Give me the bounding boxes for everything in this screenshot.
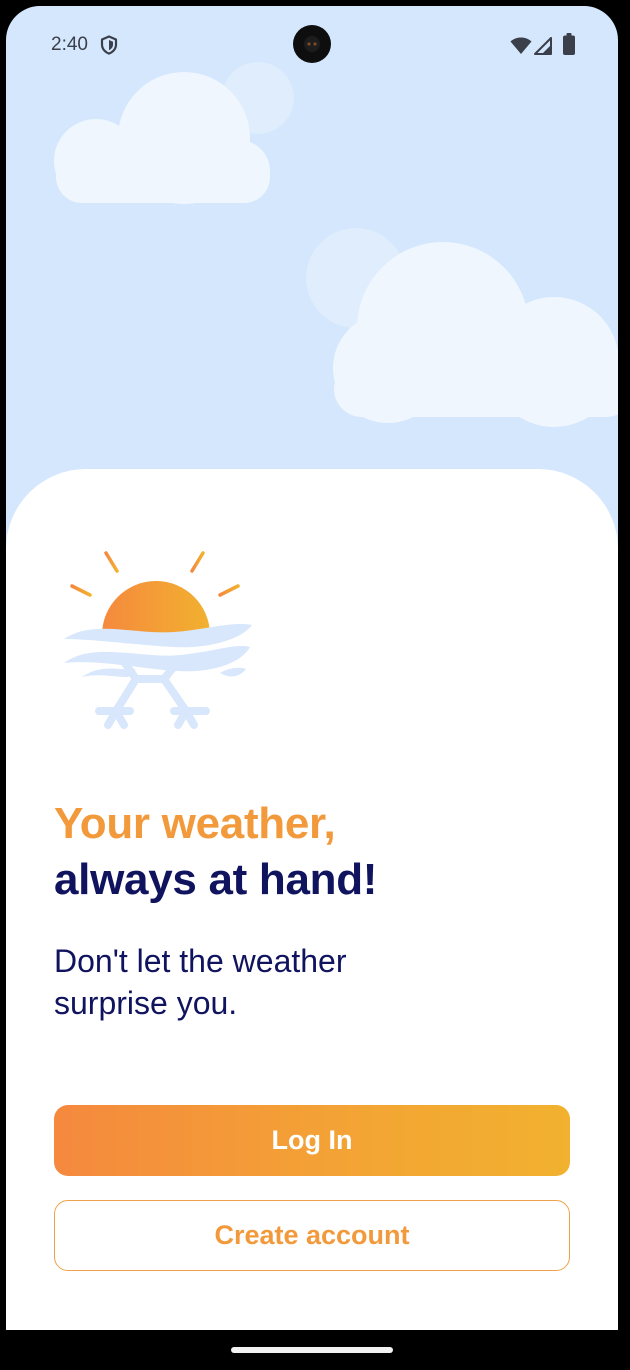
- navigation-bar: [0, 1330, 630, 1370]
- battery-icon: [563, 33, 575, 55]
- device-frame: 2:40 Your weather, always at hand! Don't…: [0, 0, 630, 1370]
- create-account-button[interactable]: Create account: [54, 1200, 570, 1271]
- home-gesture-handle[interactable]: [231, 1347, 393, 1353]
- status-bar: 2:40: [6, 6, 618, 86]
- welcome-subtitle: Don't let the weather surprise you.: [54, 943, 347, 1021]
- shield-icon: [100, 35, 118, 55]
- app-screen: 2:40 Your weather, always at hand! Don't…: [6, 6, 618, 1330]
- wifi-icon: [510, 37, 532, 54]
- login-button[interactable]: Log In: [54, 1105, 570, 1176]
- front-camera: [293, 25, 331, 63]
- welcome-headline: Your weather, always at hand!: [54, 796, 377, 908]
- status-time: 2:40: [51, 34, 88, 55]
- headline-line-2: always at hand!: [54, 855, 378, 904]
- headline-line-1: Your weather,: [54, 799, 336, 848]
- weather-logo-icon: [64, 539, 252, 729]
- signal-icon: [534, 37, 552, 55]
